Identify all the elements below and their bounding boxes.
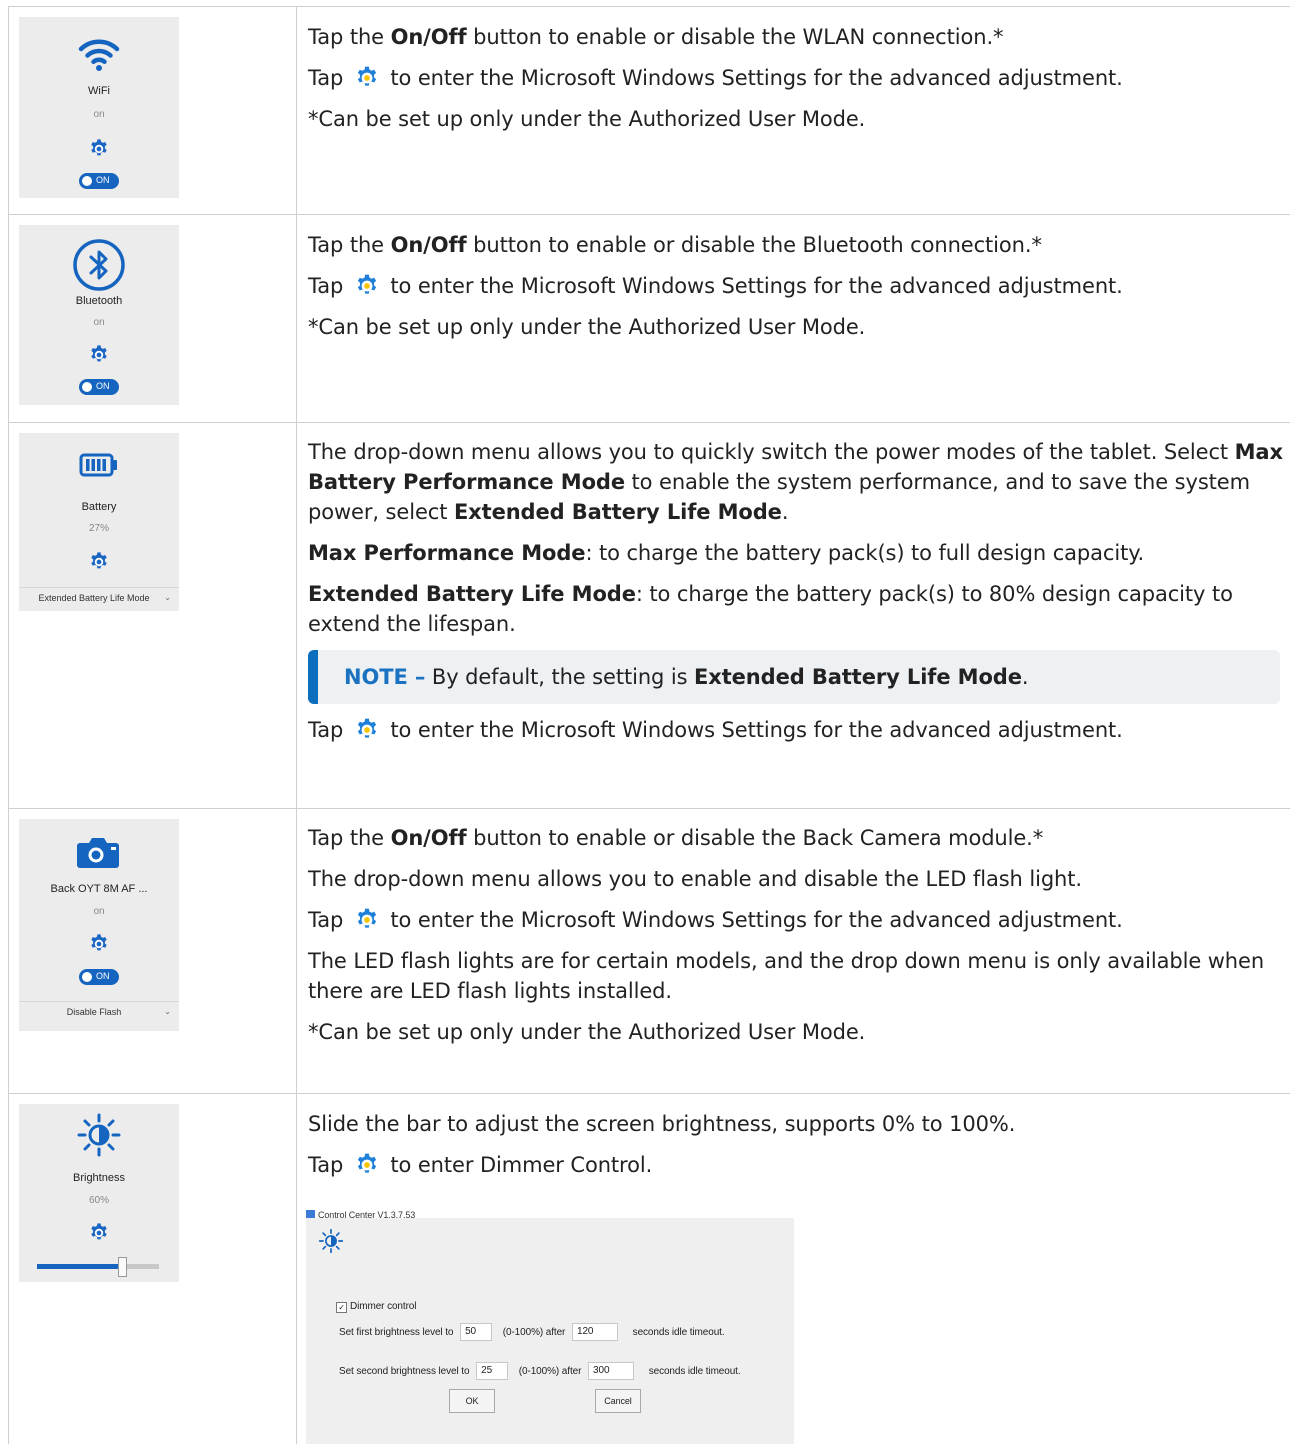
tile-status: on <box>93 906 105 917</box>
power-mode-dropdown[interactable]: Extended Battery Life Mode ⌄ <box>19 587 179 608</box>
second-level-input[interactable]: 25 <box>476 1362 509 1381</box>
tile-name: WiFi <box>88 85 110 97</box>
gear-icon[interactable] <box>88 1222 110 1244</box>
brightness-tile: Brightness 60% <box>19 1104 179 1282</box>
tile-name: Brightness <box>73 1172 125 1184</box>
wifi-toggle[interactable]: ON <box>79 173 119 189</box>
table-row: Back OYT 8M AF ... on ON Disable Flash ⌄… <box>8 808 1290 1093</box>
note-callout: NOTE – By default, the setting is Extend… <box>308 650 1280 704</box>
image-cell: Bluetooth on ON <box>8 215 297 422</box>
text-line: Tap to enter the Microsoft Windows Setti… <box>308 65 1123 91</box>
text-paragraph: Extended Battery Life Mode: to charge th… <box>308 582 1233 636</box>
gear-icon <box>354 65 380 91</box>
camera-toggle[interactable]: ON <box>79 969 119 985</box>
text-paragraph: The drop-down menu allows you to quickly… <box>308 440 1283 524</box>
gear-icon <box>354 273 380 299</box>
text-paragraph: Max Performance Mode: to charge the batt… <box>308 541 1145 565</box>
gear-icon[interactable] <box>88 138 110 160</box>
brightness-icon <box>318 1228 344 1254</box>
flash-dropdown[interactable]: Disable Flash ⌄ <box>19 1001 179 1022</box>
table-row: Brightness 60% Slide the bar to adjust t… <box>8 1093 1290 1444</box>
cancel-button[interactable]: Cancel <box>595 1389 641 1413</box>
table-row: Battery 27% Extended Battery Life Mode ⌄… <box>8 422 1290 808</box>
bluetooth-icon <box>73 239 125 291</box>
description-cell: Tap the On/Off button to enable or disab… <box>297 7 1290 214</box>
gear-icon <box>354 717 380 743</box>
second-level-row: Set second brightness level to 25 (0-100… <box>339 1357 741 1387</box>
description-cell: Slide the bar to adjust the screen brigh… <box>297 1094 1290 1444</box>
first-level-row: Set first brightness level to 50 (0-100%… <box>339 1318 725 1348</box>
description-cell: Tap the On/Off button to enable or disab… <box>297 215 1290 422</box>
ok-button[interactable]: OK <box>449 1389 495 1413</box>
gear-icon[interactable] <box>88 344 110 366</box>
text-line: Tap to enter the Microsoft Windows Setti… <box>308 717 1123 743</box>
slider-fill <box>37 1264 122 1269</box>
wifi-icon <box>78 39 120 71</box>
image-cell: Battery 27% Extended Battery Life Mode ⌄ <box>8 423 297 808</box>
tile-name: Battery <box>81 501 117 513</box>
image-cell: Brightness 60% <box>8 1094 297 1444</box>
text-line: Tap to enter the Microsoft Windows Setti… <box>308 273 1123 299</box>
gear-icon[interactable] <box>88 933 110 955</box>
wifi-tile: WiFi on ON <box>19 17 179 198</box>
chevron-down-icon: ⌄ <box>164 1007 171 1016</box>
table-row: Bluetooth on ON Tap the On/Off button to… <box>8 214 1290 422</box>
text-line: Tap the On/Off button to enable or disab… <box>308 233 1042 257</box>
text-line: The drop-down menu allows you to enable … <box>308 867 1082 891</box>
tile-name: Back OYT 8M AF ... <box>50 883 148 895</box>
description-cell: Tap the On/Off button to enable or disab… <box>297 809 1290 1093</box>
camera-tile: Back OYT 8M AF ... on ON Disable Flash ⌄ <box>19 819 179 1031</box>
brightness-icon <box>77 1113 121 1157</box>
tile-status: on <box>93 109 105 120</box>
chevron-down-icon: ⌄ <box>164 593 171 602</box>
text-line: Tap the On/Off button to enable or disab… <box>308 826 1044 850</box>
second-timeout-input[interactable]: 300 <box>588 1362 635 1381</box>
brightness-slider[interactable] <box>37 1257 159 1277</box>
text-line: *Can be set up only under the Authorized… <box>308 107 866 131</box>
text-line: Slide the bar to adjust the screen brigh… <box>308 1112 1016 1136</box>
tile-status: 27% <box>88 523 109 534</box>
text-paragraph: The LED flash lights are for certain mod… <box>308 949 1265 1003</box>
text-line: Tap to enter Dimmer Control. <box>308 1152 653 1178</box>
first-timeout-input[interactable]: 120 <box>571 1323 618 1342</box>
text-line: *Can be set up only under the Authorized… <box>308 315 866 339</box>
gear-icon <box>354 1152 380 1178</box>
description-cell: The drop-down menu allows you to quickly… <box>297 423 1290 808</box>
gear-icon[interactable] <box>88 551 110 573</box>
image-cell: Back OYT 8M AF ... on ON Disable Flash ⌄ <box>8 809 297 1093</box>
battery-tile: Battery 27% Extended Battery Life Mode ⌄ <box>19 433 179 611</box>
slider-thumb[interactable] <box>118 1257 128 1277</box>
bluetooth-toggle[interactable]: ON <box>79 379 119 395</box>
text-line: Tap the On/Off button to enable or disab… <box>308 25 1004 49</box>
text-line: *Can be set up only under the Authorized… <box>308 1020 866 1044</box>
battery-icon <box>79 453 117 477</box>
note-label: NOTE – <box>344 665 426 689</box>
gear-icon <box>354 907 380 933</box>
note-accent-bar <box>308 650 318 704</box>
camera-icon <box>77 838 119 868</box>
tile-status: 60% <box>88 1195 109 1206</box>
settings-table: WiFi on ON Tap the On/Off button to enab… <box>8 6 1290 1444</box>
text-line: Tap to enter the Microsoft Windows Setti… <box>308 907 1123 933</box>
bluetooth-tile: Bluetooth on ON <box>19 225 179 405</box>
tile-status: on <box>93 317 105 328</box>
checkbox-checked-icon: ✓ <box>336 1302 347 1313</box>
image-cell: WiFi on ON <box>8 7 297 214</box>
table-row: WiFi on ON Tap the On/Off button to enab… <box>8 6 1290 214</box>
dimmer-panel: ✓ Dimmer control Set first brightness lev… <box>306 1218 794 1444</box>
tile-name: Bluetooth <box>75 295 123 307</box>
first-level-input[interactable]: 50 <box>460 1323 493 1342</box>
